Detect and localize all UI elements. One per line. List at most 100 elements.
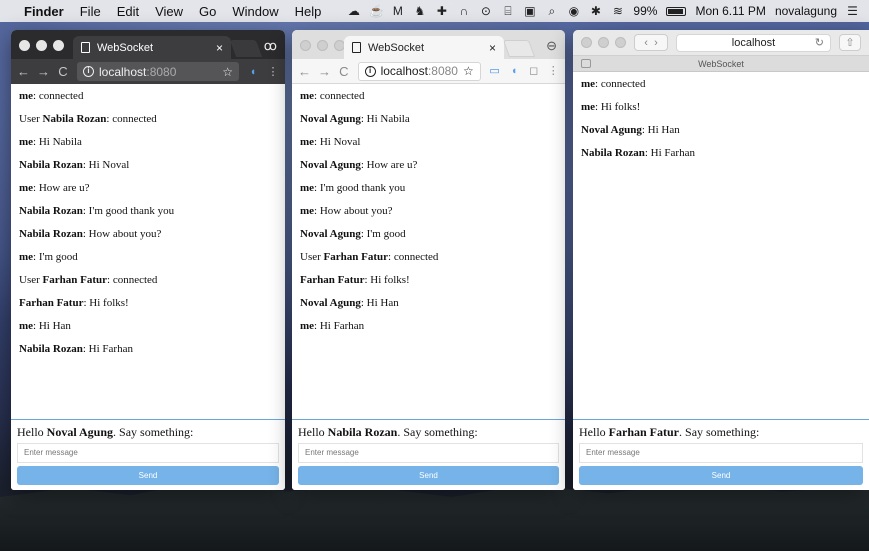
menu-finder[interactable]: Finder [24,4,64,19]
usb-drive-icon[interactable]: ⌸ [501,5,514,17]
minimize-window-button[interactable] [36,40,47,51]
send-button[interactable]: Send [579,466,863,485]
reload-icon[interactable]: ↻ [815,36,824,49]
message-row: me: How about you? [300,203,557,226]
forward-icon[interactable]: → [318,64,331,79]
message-text: : How are u? [33,182,90,194]
spotlight-search-icon[interactable]: ⌕ [545,5,558,17]
message-text: : Hi Noval [314,136,361,148]
back-icon[interactable]: ← [17,64,30,79]
message-row: Noval Agung: Hi Nabila [300,111,557,134]
page-content: me: connected User Nabila Rozan: connecte… [11,84,285,490]
notification-center-icon[interactable]: ☰ [846,5,859,17]
message-row: Noval Agung: I'm good [300,226,557,249]
message-row: me: I'm good thank you [300,180,557,203]
battery-percent[interactable]: 99% [633,4,657,18]
reload-icon[interactable]: C [57,64,69,79]
message-text: : How about you? [82,228,162,240]
back-icon[interactable]: ‹ [644,37,648,49]
extension-icon[interactable]: ◖ [508,65,520,77]
message-input[interactable]: Enter message [17,443,279,463]
new-tab-button[interactable] [502,40,536,57]
address-bar[interactable]: i localhost:8080 ☆ [357,61,481,81]
bluetooth-icon[interactable]: ✱ [589,5,602,17]
coffee-icon[interactable]: ☕ [369,5,384,17]
message-row: me: Hi Farhan [300,318,557,341]
plus-app-icon[interactable]: ✚ [435,5,448,17]
minimize-window-button[interactable] [317,40,328,51]
profile-icon[interactable]: ⊖ [546,38,557,54]
tab-websocket[interactable]: WebSocket × [73,36,231,59]
cast-icon[interactable]: ▭ [489,65,501,77]
menu-window[interactable]: Window [232,4,278,19]
shield-icon[interactable]: ◻ [528,65,540,77]
greeting-suffix: . Say something: [397,425,478,439]
window-controls [581,37,626,48]
message-text: : Hi Han [360,297,399,309]
bookmark-star-icon[interactable]: ☆ [463,64,474,78]
info-icon[interactable]: i [83,66,94,77]
page-icon [352,42,361,53]
bookmark-star-icon[interactable]: ☆ [222,65,233,79]
chrome-window: WebSocket × ⊖ ← → C i localhost:8080 ☆ ▭… [292,30,565,490]
headphones-icon[interactable]: ∩ [457,5,470,17]
tab-websocket[interactable]: WebSocket × [344,36,504,59]
menu-view[interactable]: View [155,4,183,19]
menu-file[interactable]: File [80,4,101,19]
menu-kebab-icon[interactable]: ⋮ [267,66,279,78]
send-button[interactable]: Send [298,466,559,485]
browser-app-icon[interactable]: ◉ [567,5,580,17]
share-button[interactable]: ⇧ [839,34,861,51]
wifi-icon[interactable]: ≋ [611,5,624,17]
close-tab-icon[interactable]: × [216,41,223,55]
tab-title: WebSocket [368,41,425,54]
menu-kebab-icon[interactable]: ⋮ [547,65,559,77]
address-bar[interactable]: localhost ↻ [676,33,831,52]
message-sender: me [19,136,34,148]
message-row: Noval Agung: Hi Han [300,295,557,318]
close-window-button[interactable] [19,40,30,51]
bird-icon[interactable]: ♞ [413,5,426,17]
menu-edit[interactable]: Edit [117,4,139,19]
cloud-upload-icon[interactable]: ☁ [347,5,360,17]
minimize-window-button[interactable] [598,37,609,48]
message-row: Noval Agung: Hi Han [581,122,861,145]
window-controls [19,40,64,51]
new-tab-button[interactable] [229,40,263,57]
back-forward-buttons[interactable]: ‹ › [634,34,668,51]
message-list: me: connected User Nabila Rozan: connecte… [11,84,285,368]
message-list: me : connected Noval Agung: Hi Nabila me: H… [292,84,565,345]
menu-go[interactable]: Go [199,4,216,19]
message-text: : connected [314,90,365,102]
back-icon[interactable]: ← [298,64,311,79]
clock[interactable]: Mon 6.11 PM [695,4,765,18]
sidebar-icon[interactable] [581,59,591,68]
message-input[interactable]: Enter message [298,443,559,463]
info-icon[interactable]: i [364,65,376,77]
reload-icon[interactable]: C [338,64,350,79]
close-window-button[interactable] [581,37,592,48]
forward-icon[interactable]: › [654,37,658,49]
message-text: : How about you? [314,205,393,217]
close-window-button[interactable] [300,40,311,51]
message-row: Nabila Rozan: Hi Farhan [19,341,277,364]
message-row: me: Hi Han [19,318,277,341]
extension-icon[interactable]: ◖ [247,66,259,78]
message-sender: me [300,205,315,217]
steam-icon[interactable]: ⊙ [479,5,492,17]
screen-icon[interactable]: ▣ [523,5,536,17]
battery-icon[interactable] [666,6,687,16]
close-tab-icon[interactable]: × [489,41,496,55]
menu-help[interactable]: Help [295,4,322,19]
address-bar[interactable]: i localhost:8080 ☆ [77,62,239,81]
greeting: Hello Noval Agung. Say something: [17,424,279,442]
message-sender: Nabila Rozan [19,343,83,355]
zoom-window-button[interactable] [615,37,626,48]
tab-title[interactable]: WebSocket [698,59,744,69]
user-name[interactable]: novalagung [775,4,837,18]
zoom-window-button[interactable] [53,40,64,51]
send-button[interactable]: Send [17,466,279,485]
forward-icon[interactable]: → [37,64,50,79]
gmail-icon[interactable]: M [391,5,404,17]
message-input[interactable]: Enter message [579,443,863,463]
